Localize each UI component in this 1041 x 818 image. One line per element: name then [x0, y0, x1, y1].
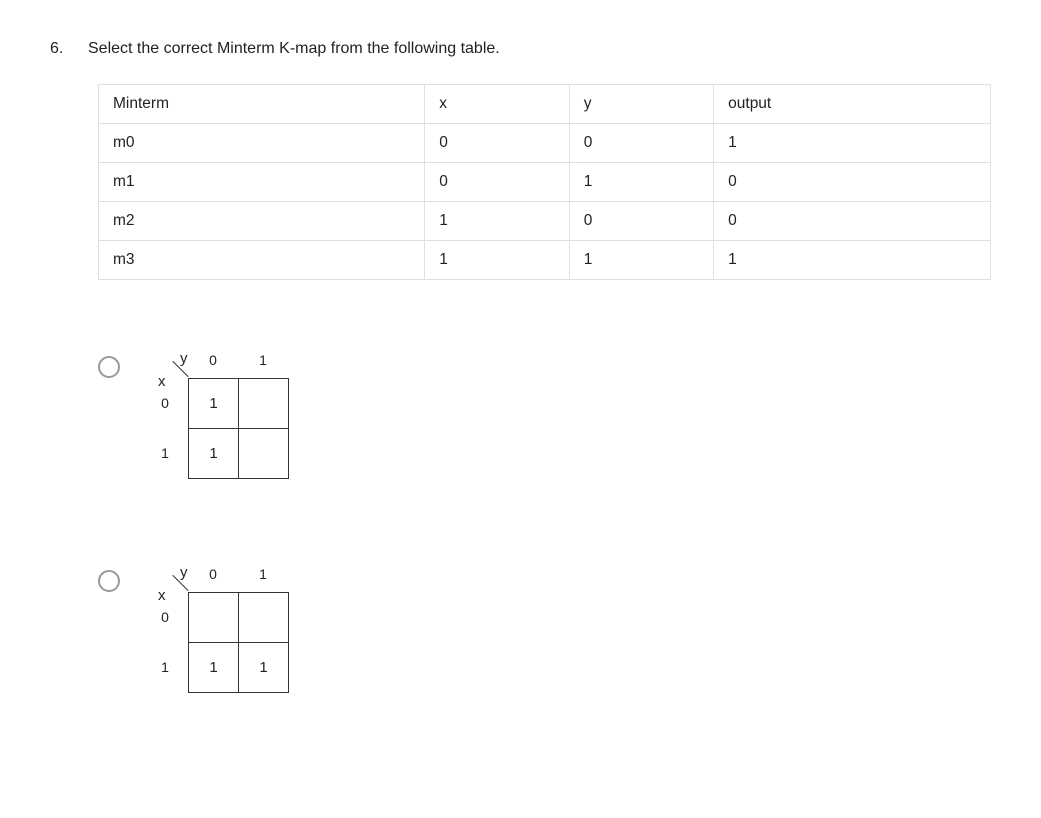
- y-var-label: y: [180, 350, 188, 367]
- radio-button-1[interactable]: [98, 356, 120, 378]
- kmap-cell: [239, 379, 289, 429]
- cell-minterm: m1: [99, 163, 425, 202]
- cell-output: 0: [714, 202, 991, 241]
- kmap-cell: 1: [189, 379, 239, 429]
- header-output: output: [714, 85, 991, 124]
- cell-y: 0: [569, 202, 713, 241]
- options-container: y 0 1 x 0 1 1 1: [98, 350, 991, 698]
- cell-output: 0: [714, 163, 991, 202]
- radio-button-2[interactable]: [98, 570, 120, 592]
- cell-output: 1: [714, 124, 991, 163]
- kmap-1: y 0 1 x 0 1 1 1: [150, 350, 289, 484]
- x-var-label: x: [158, 587, 166, 604]
- cell-minterm: m3: [99, 241, 425, 280]
- col-label-1: 1: [238, 352, 288, 368]
- option-2: y 0 1 x 0 1 1 1: [98, 564, 991, 698]
- kmap-cell: [239, 593, 289, 643]
- cell-x: 1: [425, 241, 569, 280]
- header-x: x: [425, 85, 569, 124]
- kmap-grid-2: 1 1: [188, 592, 289, 693]
- kmap-2: y 0 1 x 0 1 1 1: [150, 564, 289, 698]
- cell-y: 1: [569, 241, 713, 280]
- col-label-1: 1: [238, 566, 288, 582]
- cell-output: 1: [714, 241, 991, 280]
- row-label-1: 1: [150, 428, 180, 478]
- kmap-grid-1: 1 1: [188, 378, 289, 479]
- kmap-cell: 1: [189, 643, 239, 693]
- cell-y: 0: [569, 124, 713, 163]
- cell-y: 1: [569, 163, 713, 202]
- table-header-row: Minterm x y output: [99, 85, 991, 124]
- kmap-cell: 1: [239, 643, 289, 693]
- kmap-x-axis: x 0 1: [150, 378, 180, 478]
- kmap-y-axis: y 0 1: [188, 566, 288, 582]
- header-minterm: Minterm: [99, 85, 425, 124]
- kmap-cell: [189, 593, 239, 643]
- table-row: m3 1 1 1: [99, 241, 991, 280]
- cell-minterm: m0: [99, 124, 425, 163]
- kmap-cell: [239, 429, 289, 479]
- kmap-y-axis: y 0 1: [188, 352, 288, 368]
- col-label-0: 0: [188, 566, 238, 582]
- cell-x: 0: [425, 163, 569, 202]
- question-number: 6.: [50, 40, 70, 58]
- truth-table: Minterm x y output m0 0 0 1 m1 0 1 0 m2 …: [98, 84, 991, 280]
- x-var-label: x: [158, 373, 166, 390]
- row-label-1: 1: [150, 642, 180, 692]
- cell-x: 0: [425, 124, 569, 163]
- header-y: y: [569, 85, 713, 124]
- cell-x: 1: [425, 202, 569, 241]
- table-row: m0 0 0 1: [99, 124, 991, 163]
- table-row: m2 1 0 0: [99, 202, 991, 241]
- question-header: 6. Select the correct Minterm K-map from…: [50, 40, 991, 58]
- option-1: y 0 1 x 0 1 1 1: [98, 350, 991, 484]
- kmap-x-axis: x 0 1: [150, 592, 180, 692]
- cell-minterm: m2: [99, 202, 425, 241]
- col-label-0: 0: [188, 352, 238, 368]
- table-row: m1 0 1 0: [99, 163, 991, 202]
- question-text: Select the correct Minterm K-map from th…: [88, 40, 500, 58]
- kmap-cell: 1: [189, 429, 239, 479]
- y-var-label: y: [180, 564, 188, 581]
